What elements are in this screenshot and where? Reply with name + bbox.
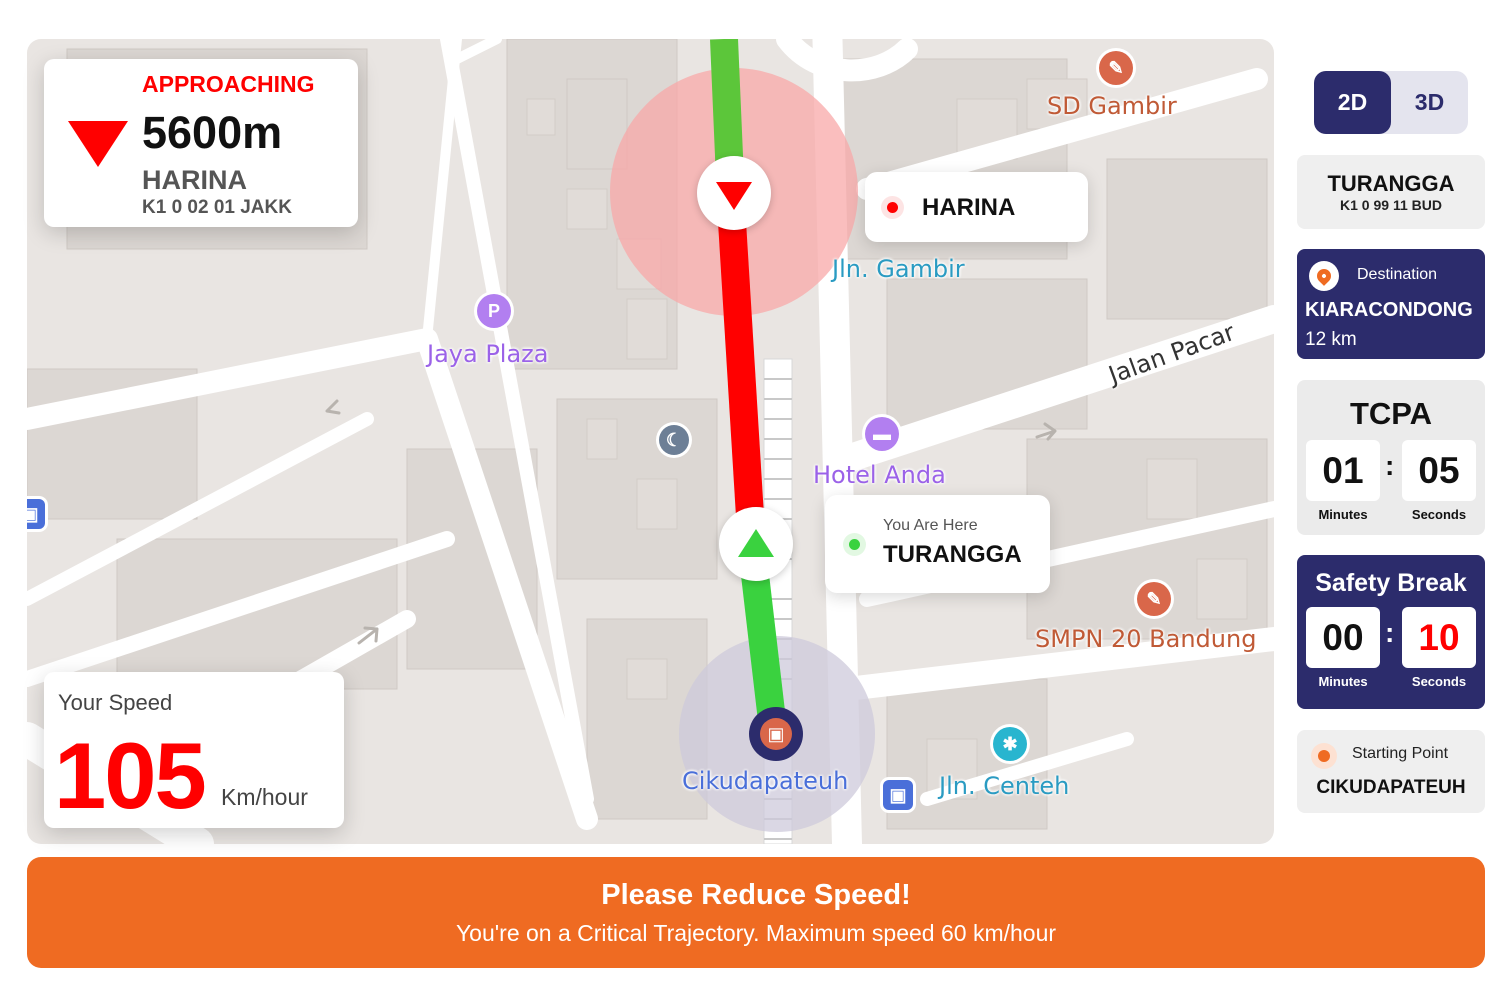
starting-point-label: Starting Point <box>1352 745 1449 762</box>
you-are-here-name: TURANGGA <box>883 541 1022 568</box>
view-2d-button[interactable]: 2D <box>1314 71 1391 134</box>
starting-point-name: CIKUDAPATEUH <box>1316 777 1466 798</box>
tcpa-seconds-label: Seconds <box>1411 507 1467 522</box>
speed-label: Your Speed <box>58 690 173 715</box>
train-name: TURANGGA <box>1327 171 1455 196</box>
map-label-jln-centeh: Jln. Centeh <box>939 772 1070 800</box>
speed-card: Your Speed 105 Km/hour <box>44 672 344 828</box>
tcpa-minutes: 01 <box>1306 440 1380 501</box>
location-pin-icon <box>1309 261 1339 291</box>
timer-separator: : <box>1385 450 1395 481</box>
approaching-train-code: K1 0 02 01 JAKK <box>142 197 292 218</box>
destination-panel: Destination KIARACONDONG 12 km <box>1297 249 1485 359</box>
train-icon: ▣ <box>760 718 792 750</box>
alert-title: Please Reduce Speed! <box>601 879 911 911</box>
harina-popup[interactable]: HARINA <box>865 172 1088 242</box>
map-label-jaya-plaza: Jaya Plaza <box>427 340 549 368</box>
destination-distance: 12 km <box>1305 329 1357 350</box>
tcpa-panel: TCPA 01 : 05 Minutes Seconds <box>1297 380 1485 535</box>
alert-message: You're on a Critical Trajectory. Maximum… <box>455 920 1057 946</box>
map-label-jln-gambir: Jln. Gambir <box>832 255 965 283</box>
approaching-status: APPROACHING <box>142 71 315 97</box>
speed-unit: Km/hour <box>221 784 308 810</box>
safety-break-seconds-label: Seconds <box>1411 674 1467 689</box>
mosque-icon[interactable]: ☾ <box>659 425 689 455</box>
destination-name: KIARACONDONG <box>1305 299 1473 321</box>
approaching-train-card: APPROACHING 5600m HARINA K1 0 02 01 JAKK <box>44 59 358 227</box>
status-dot <box>849 539 860 550</box>
school-icon[interactable]: ✎ <box>1137 582 1171 616</box>
map-label-smpn-20: SMPN 20 Bandung <box>1035 625 1257 653</box>
current-position-marker[interactable] <box>719 507 793 581</box>
harina-popup-label: HARINA <box>922 194 1016 221</box>
approaching-distance: 5600m <box>142 107 283 158</box>
train-code: K1 0 99 11 BUD <box>1340 197 1442 213</box>
tcpa-title: TCPA <box>1349 396 1433 431</box>
hotel-icon[interactable]: ▬ <box>865 417 899 451</box>
map-label-sd-gambir: SD Gambir <box>1047 92 1177 120</box>
safety-break-minutes-label: Minutes <box>1318 674 1368 689</box>
destination-label: Destination <box>1357 266 1438 283</box>
safety-break-title: Safety Break <box>1315 569 1467 597</box>
approaching-train-name: HARINA <box>142 165 247 195</box>
view-3d-button[interactable]: 3D <box>1391 71 1468 134</box>
parking-icon[interactable]: P <box>477 294 511 328</box>
speed-alert-banner: Please Reduce Speed! You're on a Critica… <box>27 857 1485 968</box>
bus-stop-icon[interactable]: ▣ <box>883 780 913 810</box>
park-icon[interactable]: ✱ <box>993 727 1027 761</box>
safety-break-panel: Safety Break 00 : 10 Minutes Seconds <box>1297 555 1485 709</box>
you-are-here-caption: You Are Here <box>883 517 978 534</box>
bus-stop-icon[interactable]: ▣ <box>27 499 45 529</box>
tcpa-minutes-label: Minutes <box>1318 507 1368 522</box>
status-dot <box>887 202 898 213</box>
timer-separator: : <box>1385 617 1395 648</box>
tcpa-seconds: 05 <box>1402 440 1476 501</box>
safety-break-minutes: 00 <box>1306 607 1380 668</box>
map-label-hotel-anda: Hotel Anda <box>813 461 946 489</box>
starting-point-panel: Starting Point CIKUDAPATEUH <box>1297 730 1485 813</box>
school-icon[interactable]: ✎ <box>1099 51 1133 85</box>
start-point-icon <box>1311 743 1337 769</box>
triangle-down-icon <box>716 182 752 210</box>
approaching-train-marker[interactable] <box>697 156 771 230</box>
triangle-down-icon <box>68 121 128 167</box>
safety-break-seconds: 10 <box>1402 607 1476 668</box>
view-mode-toggle: 2D 3D <box>1314 71 1468 134</box>
you-are-here-popup[interactable]: You Are Here TURANGGA <box>825 495 1050 593</box>
train-info-panel: TURANGGA K1 0 99 11 BUD <box>1297 155 1485 229</box>
speed-value: 105 <box>54 723 207 828</box>
triangle-up-icon <box>738 529 774 557</box>
map-label-cikudapateuh: Cikudapateuh <box>682 767 849 795</box>
station-marker[interactable]: ▣ <box>749 707 803 761</box>
